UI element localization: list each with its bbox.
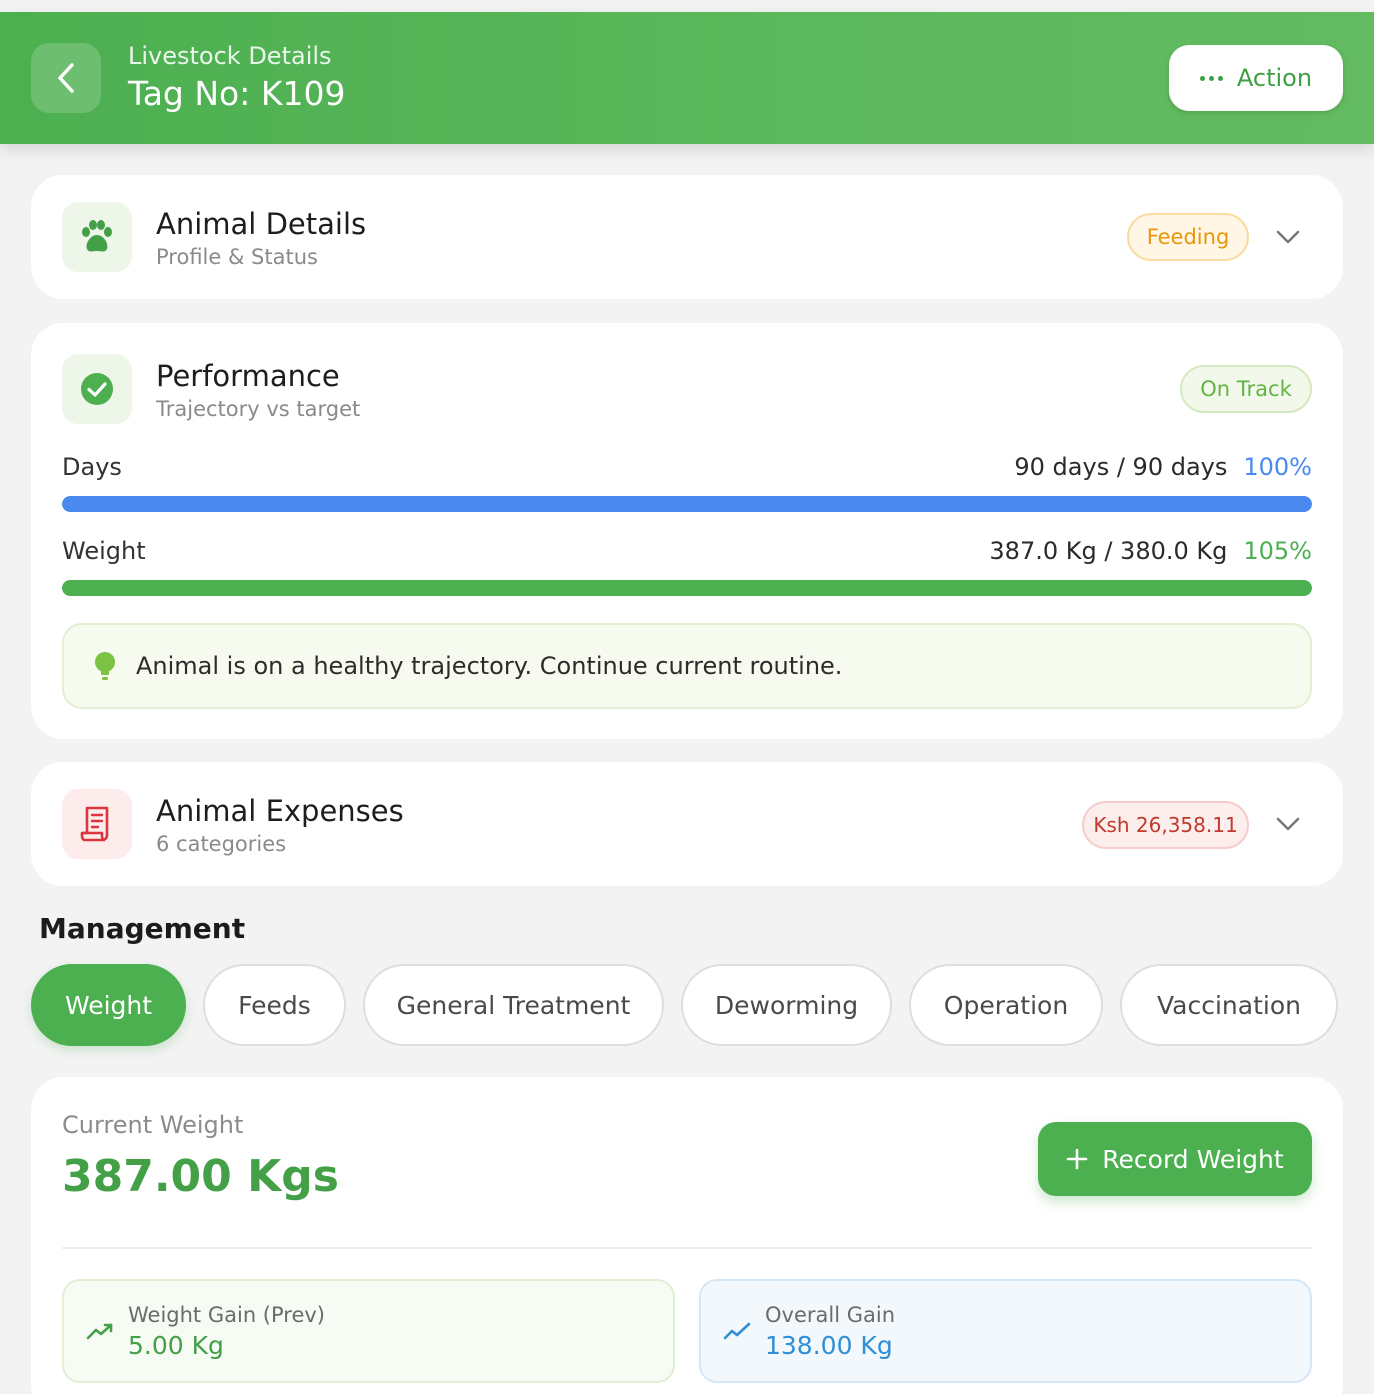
overall-gain-card: Overall Gain 138.00 Kg xyxy=(699,1279,1312,1383)
page-title: Tag No: K109 xyxy=(128,74,346,113)
weight-label: Weight xyxy=(62,537,146,565)
record-weight-label: Record Weight xyxy=(1102,1144,1284,1174)
expense-total-badge: Ksh 26,358.11 xyxy=(1082,801,1249,849)
performance-card: Performance Trajectory vs target On Trac… xyxy=(31,323,1343,739)
overall-gain-label: Overall Gain xyxy=(765,1302,896,1327)
record-weight-button[interactable]: Record Weight xyxy=(1038,1122,1312,1196)
days-value: 90 days / 90 days xyxy=(1014,453,1228,481)
plus-icon xyxy=(1066,1148,1088,1170)
days-percent: 100% xyxy=(1243,453,1312,481)
weight-gain-prev-value: 5.00 Kg xyxy=(128,1330,224,1360)
app-header: Livestock Details Tag No: K109 Action xyxy=(0,12,1374,144)
tab-general-treatment[interactable]: General Treatment xyxy=(363,964,664,1046)
weight-panel: Current Weight 387.00 Kgs Record Weight … xyxy=(31,1077,1343,1394)
management-title: Management xyxy=(39,912,246,945)
status-strip xyxy=(0,0,1374,12)
back-button[interactable] xyxy=(31,43,101,113)
tab-vaccination[interactable]: Vaccination xyxy=(1120,964,1338,1046)
header-subtitle: Livestock Details xyxy=(128,42,332,70)
divider xyxy=(62,1247,1312,1249)
current-weight-label: Current Weight xyxy=(62,1111,244,1139)
chevron-left-icon xyxy=(58,63,74,93)
tab-deworming[interactable]: Deworming xyxy=(681,964,892,1046)
animal-expenses-title: Animal Expenses xyxy=(156,794,404,828)
days-values: 90 days / 90 days 100% xyxy=(1014,453,1312,481)
weight-values: 387.0 Kg / 380.0 Kg 105% xyxy=(989,537,1312,565)
status-badge-on-track: On Track xyxy=(1180,365,1312,413)
animal-details-subtitle: Profile & Status xyxy=(156,245,318,269)
receipt-icon xyxy=(62,789,132,859)
tab-operation[interactable]: Operation xyxy=(909,964,1103,1046)
weight-gain-prev-label: Weight Gain (Prev) xyxy=(128,1302,325,1327)
tab-feeds[interactable]: Feeds xyxy=(203,964,346,1046)
paw-icon xyxy=(62,202,132,272)
current-weight-value: 387.00 Kgs xyxy=(62,1151,339,1202)
check-circle-icon xyxy=(62,354,132,424)
overall-gain-value: 138.00 Kg xyxy=(765,1330,893,1360)
chevron-down-icon[interactable] xyxy=(1273,222,1303,252)
tab-weight[interactable]: Weight xyxy=(31,964,186,1046)
action-button-label: Action xyxy=(1236,64,1313,92)
action-button[interactable]: Action xyxy=(1169,45,1343,111)
management-tabs: Weight Feeds General Treatment Deworming… xyxy=(31,964,1338,1046)
animal-details-card[interactable]: Animal Details Profile & Status Feeding xyxy=(31,175,1343,299)
trajectory-tip: Animal is on a healthy trajectory. Conti… xyxy=(62,623,1312,709)
weight-progress-fill xyxy=(62,580,1312,596)
animal-expenses-subtitle: 6 categories xyxy=(156,832,287,856)
status-badge-feeding: Feeding xyxy=(1127,213,1249,261)
weight-value: 387.0 Kg / 380.0 Kg xyxy=(989,537,1228,565)
trajectory-tip-text: Animal is on a healthy trajectory. Conti… xyxy=(136,652,843,680)
animal-details-title: Animal Details xyxy=(156,207,367,241)
days-progress-fill xyxy=(62,496,1312,512)
trending-up-icon xyxy=(86,1323,113,1340)
weight-progress-bar xyxy=(62,580,1312,596)
lightbulb-icon xyxy=(95,652,115,680)
animal-expenses-card[interactable]: Animal Expenses 6 categories Ksh 26,358.… xyxy=(31,762,1343,886)
chevron-down-icon[interactable] xyxy=(1273,809,1303,839)
line-trend-icon xyxy=(723,1322,751,1340)
days-progress-bar xyxy=(62,496,1312,512)
performance-title: Performance xyxy=(156,359,340,393)
weight-gain-prev-card: Weight Gain (Prev) 5.00 Kg xyxy=(62,1279,675,1383)
more-dots-icon xyxy=(1199,75,1223,81)
weight-percent: 105% xyxy=(1243,537,1312,565)
days-label: Days xyxy=(62,453,122,481)
performance-subtitle: Trajectory vs target xyxy=(156,397,361,421)
